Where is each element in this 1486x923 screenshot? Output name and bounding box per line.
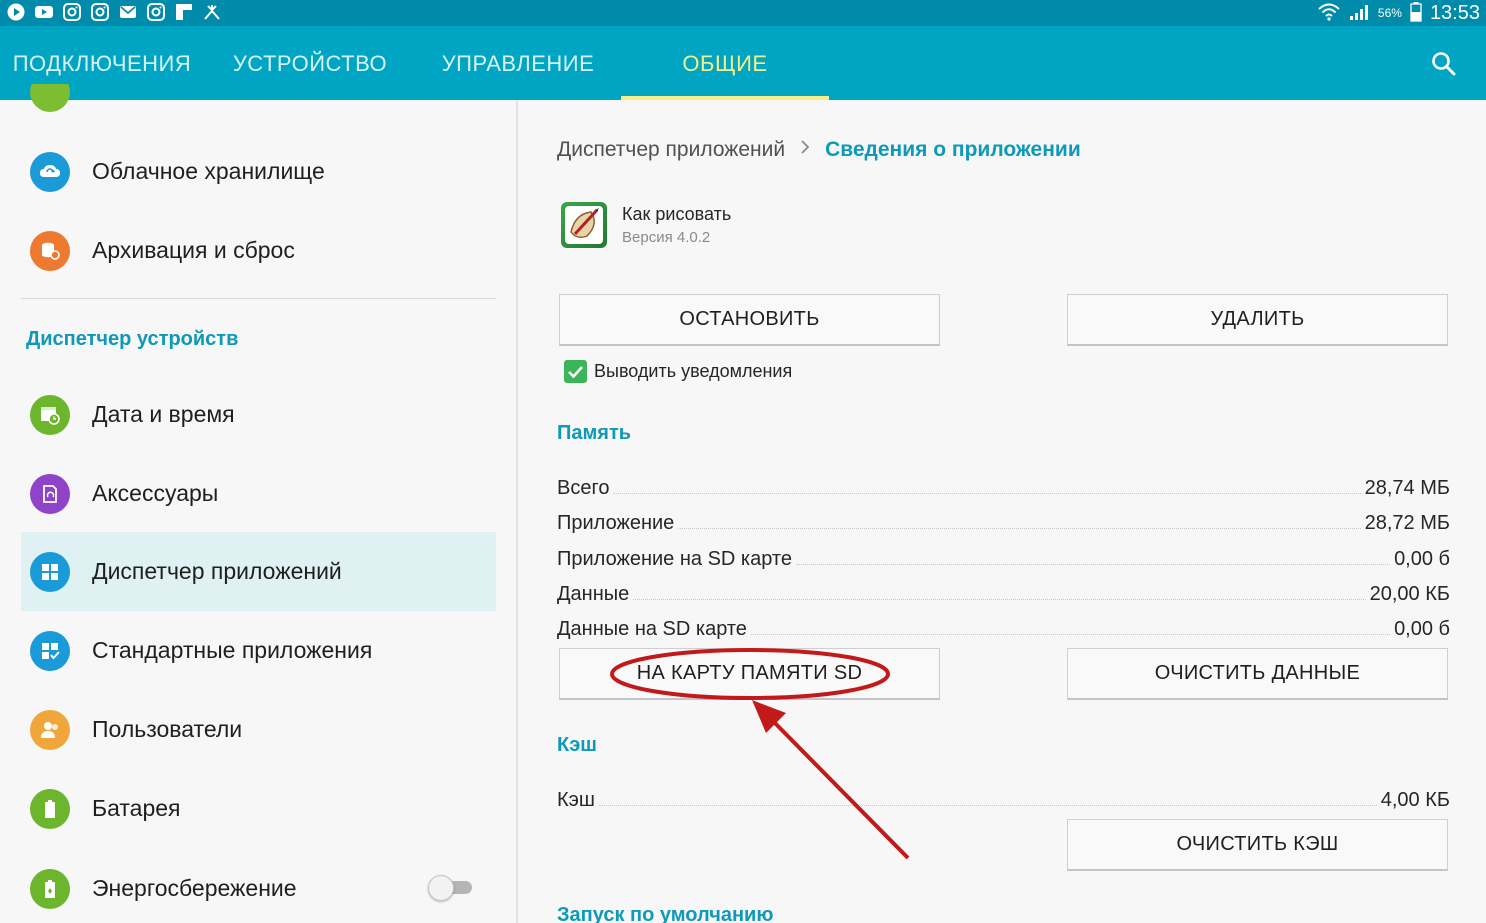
signal-icon [1348, 3, 1370, 24]
power-saving-toggle[interactable] [428, 875, 472, 901]
app-name: Как рисовать [622, 204, 732, 224]
dotted-leader [750, 634, 1391, 635]
play-store-icon [6, 2, 26, 22]
memory-row-label: Всего [557, 477, 610, 499]
sidebar-item-cloud[interactable]: Облачное хранилище [21, 132, 496, 211]
dotted-leader [633, 599, 1366, 600]
section-divider [21, 298, 496, 299]
cache-section-title: Кэш [557, 734, 597, 756]
memory-row: Данные на SD карте 0,00 б [557, 615, 1450, 641]
users-icon [30, 709, 70, 750]
dotted-leader [678, 528, 1361, 529]
sidebar-item-default-apps[interactable]: Стандартные приложения [21, 611, 496, 690]
dotted-leader [613, 493, 1361, 494]
battery-percent: 56% [1377, 6, 1402, 20]
wifi-icon [1318, 3, 1340, 24]
cloud-sync-icon [30, 151, 70, 192]
tab-general[interactable]: ОБЩИЕ [621, 26, 829, 100]
section-header-device-manager: Диспетчер устройств [26, 328, 239, 350]
app-grid-icon [30, 551, 70, 592]
sidebar-item-label: Дата и время [92, 401, 235, 427]
default-apps-icon [30, 630, 70, 671]
sidebar-item-label: Энергосбережение [92, 875, 297, 901]
cache-row: Кэш 4,00 КБ [557, 786, 1450, 812]
memory-row-label: Приложение на SD карте [557, 548, 792, 570]
dotted-leader [598, 805, 1377, 806]
notification-icons [6, 2, 222, 22]
battery-icon [1410, 1, 1422, 25]
clock: 13:53 [1429, 1, 1480, 24]
sidebar-item-date-time[interactable]: Дата и время [21, 375, 496, 454]
flipboard-icon [174, 2, 194, 22]
calendar-clock-icon [30, 394, 70, 435]
sidebar-item-users[interactable]: Пользователи [21, 690, 496, 769]
toggle-thumb [428, 875, 454, 901]
memory-row: Всего 28,74 МБ [557, 474, 1450, 500]
instagram-icon [146, 2, 166, 22]
sidebar-item-power-saving[interactable]: Энергосбережение [21, 849, 421, 923]
backup-reset-icon [30, 230, 70, 271]
memory-section-title: Память [557, 422, 632, 444]
memory-row-label: Приложение [557, 512, 675, 534]
app-version: Версия 4.0.2 [622, 229, 711, 246]
dotted-leader [795, 564, 1391, 565]
youtube-icon [34, 2, 54, 22]
settings-screen: 56% 13:53 ПОДКЛЮЧЕНИЯ УСТРОЙСТВО УПРАВЛЕ… [0, 0, 1486, 923]
sidebar-item-battery[interactable]: Батарея [21, 769, 496, 848]
sidebar-item-backup[interactable]: Архивация и сброс [21, 211, 496, 290]
memory-row-value: 20,00 КБ [1369, 583, 1450, 605]
instagram-icon [62, 2, 82, 22]
tab-controls[interactable]: УПРАВЛЕНИЕ [418, 26, 618, 100]
cache-row-value: 4,00 КБ [1380, 789, 1450, 811]
memory-row: Данные 20,00 КБ [557, 580, 1450, 606]
accessory-icon [30, 473, 70, 514]
sidebar-item-label: Аксессуары [92, 480, 219, 506]
app-icon [561, 202, 607, 248]
status-bar: 56% 13:53 [0, 0, 1486, 26]
sidebar-item-label: Батарея [92, 795, 181, 821]
notifications-checkbox[interactable] [564, 360, 587, 383]
memory-row-value: 0,00 б [1394, 618, 1450, 640]
memory-row-label: Данные на SD карте [557, 618, 747, 640]
move-to-sd-button[interactable]: НА КАРТУ ПАМЯТИ SD [559, 648, 940, 700]
clear-cache-button[interactable]: ОЧИСТИТЬ КЭШ [1067, 819, 1448, 871]
sidebar-item-label: Пользователи [92, 716, 243, 742]
memory-row-value: 0,00 б [1394, 548, 1450, 570]
memory-row-value: 28,72 МБ [1364, 512, 1450, 534]
memory-row: Приложение 28,72 МБ [557, 509, 1450, 535]
memory-row-label: Данные [557, 583, 630, 605]
stop-button[interactable]: ОСТАНОВИТЬ [559, 294, 940, 346]
network-icon [202, 2, 222, 22]
notifications-label: Выводить уведомления [594, 361, 793, 381]
breadcrumb-parent[interactable]: Диспетчер приложений [557, 138, 785, 162]
search-icon[interactable] [1430, 50, 1458, 78]
sidebar-item-label: Диспетчер приложений [92, 558, 342, 584]
sidebar-item-label: Стандартные приложения [92, 637, 373, 663]
mail-icon [118, 2, 138, 22]
clear-data-button[interactable]: ОЧИСТИТЬ ДАННЫЕ [1067, 648, 1448, 700]
sidebar-item-app-manager[interactable]: Диспетчер приложений [21, 532, 496, 611]
cache-row-label: Кэш [557, 789, 595, 811]
truncated-item-icon [30, 84, 70, 112]
tab-device[interactable]: УСТРОЙСТВО [214, 26, 406, 100]
sidebar-item-label: Архивация и сброс [92, 237, 295, 263]
battery-icon [30, 788, 70, 829]
uninstall-button[interactable]: УДАЛИТЬ [1067, 294, 1448, 346]
default-launch-section-title: Запуск по умолчанию [557, 904, 774, 923]
sidebar-item-accessories[interactable]: Аксессуары [21, 454, 496, 533]
tab-bar: ПОДКЛЮЧЕНИЯ УСТРОЙСТВО УПРАВЛЕНИЕ ОБЩИЕ [0, 26, 1486, 100]
instagram-icon [90, 2, 110, 22]
chevron-right-icon [799, 138, 811, 162]
status-indicators: 56% 13:53 [1318, 0, 1480, 26]
sidebar-item-label: Облачное хранилище [92, 158, 325, 184]
breadcrumb: Диспетчер приложений Сведения о приложен… [557, 138, 1081, 162]
memory-row-value: 28,74 МБ [1364, 477, 1450, 499]
power-saving-icon [30, 868, 70, 909]
breadcrumb-current: Сведения о приложении [825, 138, 1081, 161]
memory-row: Приложение на SD карте 0,00 б [557, 545, 1450, 571]
